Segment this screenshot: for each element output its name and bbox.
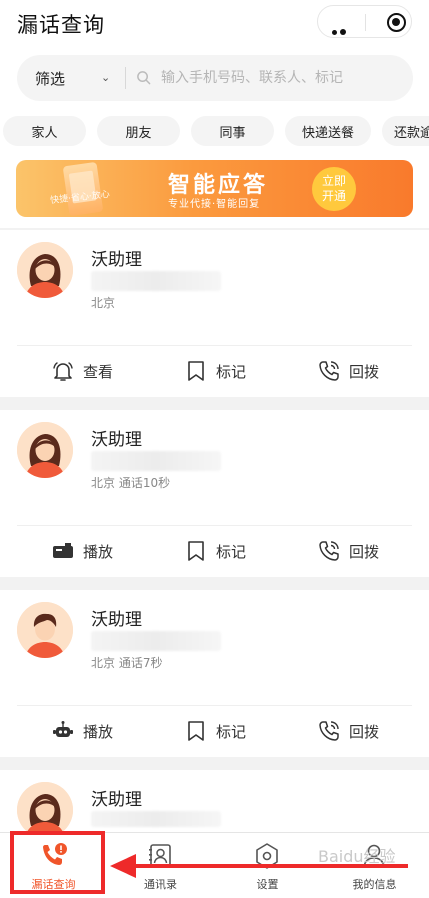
banner-subline: 专业代接·智能回复: [168, 199, 261, 210]
action-label: 回拨: [349, 722, 380, 741]
action-label: 标记: [216, 722, 247, 741]
action-label: 标记: [216, 542, 247, 561]
action-label: 查看: [83, 362, 114, 381]
callback-button[interactable]: 回拨: [317, 358, 379, 384]
missed-call-card[interactable]: 沃助理: [0, 770, 429, 838]
bookmark-icon: [188, 361, 204, 381]
search-bar: 筛选 ⌄: [17, 55, 413, 101]
callback-button[interactable]: 回拨: [317, 718, 379, 744]
tag-repayment[interactable]: 还款逾: [382, 116, 429, 146]
card-divider: [17, 705, 412, 706]
masked-phone-number: [91, 811, 221, 827]
phone-callback-icon: [319, 721, 339, 741]
masked-phone-number: [91, 451, 221, 471]
tag-family[interactable]: 家人: [3, 116, 86, 146]
missed-call-card[interactable]: 沃助理 北京 查看 标记 回拨: [0, 230, 429, 397]
masked-phone-number: [91, 631, 221, 651]
female-avatar-icon: [17, 782, 73, 838]
female-avatar-icon: [17, 422, 73, 478]
mark-button[interactable]: 标记: [184, 538, 246, 564]
action-label: 回拨: [349, 542, 380, 561]
call-meta: 北京: [91, 296, 116, 310]
card-divider: [17, 345, 412, 346]
search-area: 筛选 ⌄: [0, 46, 429, 110]
search-icon: [137, 71, 151, 85]
missed-call-card[interactable]: 沃助理 北京 通话7秒 播放 标记 回拨: [0, 590, 429, 757]
action-label: 回拨: [349, 362, 380, 381]
phone-callback-icon: [319, 541, 339, 561]
play-button[interactable]: 播放: [51, 538, 113, 564]
call-meta: 北京 通话7秒: [91, 656, 163, 670]
target-icon[interactable]: [387, 13, 406, 32]
bookmark-icon: [188, 721, 204, 741]
tag-colleagues[interactable]: 同事: [191, 116, 274, 146]
female-avatar-icon: [17, 242, 73, 298]
contact-name: 沃助理: [91, 790, 142, 810]
action-label: 播放: [83, 722, 114, 741]
activate-line2: 开通: [321, 189, 346, 203]
tag-filter-row: 家人 朋友 同事 快递送餐 还款逾: [0, 110, 429, 152]
activate-line1: 立即: [321, 174, 346, 188]
mark-button[interactable]: 标记: [184, 718, 246, 744]
contact-name: 沃助理: [91, 430, 142, 450]
robot-icon: [53, 721, 73, 737]
highlight-box: [10, 831, 105, 894]
play-button[interactable]: 播放: [51, 718, 113, 744]
chevron-down-icon[interactable]: ⌄: [101, 71, 110, 84]
contact-name: 沃助理: [91, 250, 142, 270]
missed-call-card[interactable]: 沃助理 北京 通话10秒 播放 标记 回拨: [0, 410, 429, 577]
activate-now-button[interactable]: 立即 开通: [312, 167, 356, 211]
view-button[interactable]: 查看: [51, 358, 113, 384]
mini-program-capsule: [317, 5, 412, 54]
search-divider: [125, 67, 126, 89]
bookmark-icon: [188, 541, 204, 561]
bell-icon: [53, 362, 73, 381]
contact-name: 沃助理: [91, 610, 142, 630]
mailbox-icon: [53, 543, 73, 558]
phone-callback-icon: [319, 361, 339, 381]
call-meta: 北京 通话10秒: [91, 476, 171, 490]
masked-phone-number: [91, 271, 221, 291]
more-dots-icon[interactable]: [332, 20, 354, 54]
card-divider: [17, 525, 412, 526]
banner-area: 快捷·省心·放心 智能应答 专业代接·智能回复 立即 开通: [0, 152, 429, 228]
tag-delivery[interactable]: 快递送餐: [285, 116, 371, 146]
search-input[interactable]: [161, 66, 401, 90]
male-avatar-icon: [17, 602, 73, 658]
watermark: Baidu经验: [318, 847, 396, 866]
tag-friends[interactable]: 朋友: [97, 116, 180, 146]
filter-dropdown[interactable]: 筛选: [35, 68, 65, 89]
page-title: 漏话查询: [17, 13, 105, 37]
app-header: 漏话查询: [0, 0, 429, 54]
capsule-divider: [365, 14, 366, 31]
action-label: 标记: [216, 362, 247, 381]
mark-button[interactable]: 标记: [184, 358, 246, 384]
smart-answer-banner[interactable]: 快捷·省心·放心 智能应答 专业代接·智能回复 立即 开通: [16, 160, 413, 217]
action-label: 播放: [83, 542, 114, 561]
callback-button[interactable]: 回拨: [317, 538, 379, 564]
